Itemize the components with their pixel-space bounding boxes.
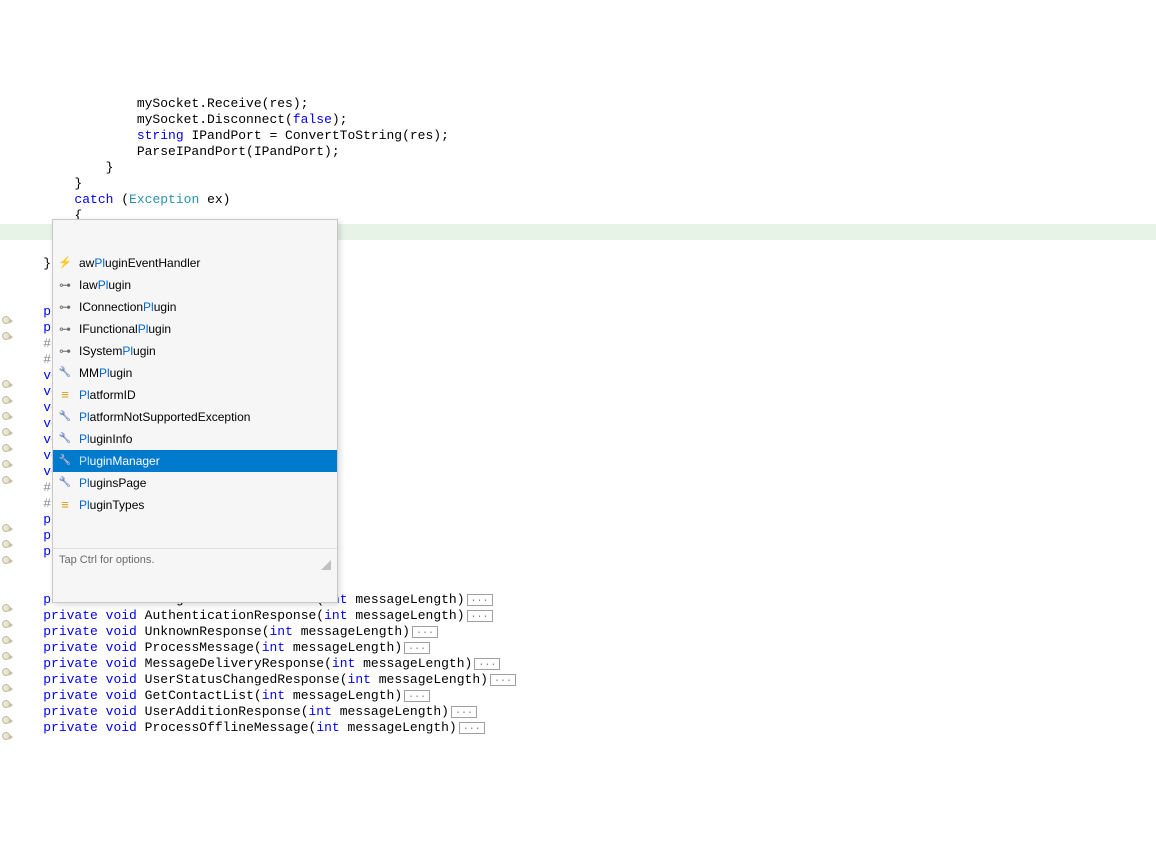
code-line[interactable]: } [0,176,1156,192]
intellisense-item-label: PluginManager [79,453,160,469]
method-glyph-icon [2,460,10,468]
method-glyph-icon [2,684,10,692]
code-line[interactable]: } [0,160,1156,176]
method-glyph-icon [2,604,10,612]
code-line[interactable]: private void ProcessMessage(int messageL… [0,640,1156,656]
method-glyph-icon [2,700,10,708]
code-line[interactable]: mySocket.Disconnect(false); [0,112,1156,128]
interface-icon [57,299,73,315]
fold-ellipsis[interactable]: ... [467,610,493,622]
intellisense-item-label: awPluginEventHandler [79,255,200,271]
code-line[interactable]: mySocket.Receive(res); [0,96,1156,112]
intellisense-item[interactable]: PluginInfo [53,428,337,450]
resize-grip-icon[interactable] [311,550,331,570]
fold-ellipsis[interactable]: ... [412,626,438,638]
code-line[interactable]: private void UserAdditionResponse(int me… [0,704,1156,720]
code-line[interactable]: ParseIPandPort(IPandPort); [0,144,1156,160]
method-glyph-icon [2,316,10,324]
method-glyph-icon [2,620,10,628]
code-line[interactable]: private void UserStatusChangedResponse(i… [0,672,1156,688]
interface-icon [57,321,73,337]
fold-ellipsis[interactable]: ... [404,642,430,654]
method-glyph-icon [2,540,10,548]
intellisense-item[interactable]: IFunctionalPlugin [53,318,337,340]
interface-icon [57,277,73,293]
method-glyph-icon [2,476,10,484]
intellisense-item-label: IConnectionPlugin [79,299,176,315]
code-line[interactable]: private void UnknownResponse(int message… [0,624,1156,640]
intellisense-item[interactable]: PluginsPage [53,472,337,494]
method-glyph-icon [2,396,10,404]
intellisense-item-label: PluginTypes [79,497,144,513]
intellisense-item-label: ISystemPlugin [79,343,156,359]
intellisense-item-label: PluginsPage [79,475,146,491]
method-glyph-icon [2,412,10,420]
method-glyph-icon [2,636,10,644]
enum-icon [57,497,73,513]
method-glyph-icon [2,428,10,436]
method-glyph-icon [2,668,10,676]
intellisense-footer: Tap Ctrl for options. [53,548,337,570]
intellisense-item[interactable]: ISystemPlugin [53,340,337,362]
class-icon [57,365,73,381]
interface-icon [57,343,73,359]
intellisense-item[interactable]: MMPlugin [53,362,337,384]
method-glyph-icon [2,556,10,564]
intellisense-item-label: PluginInfo [79,431,132,447]
intellisense-item[interactable]: PlatformNotSupportedException [53,406,337,428]
method-glyph-icon [2,716,10,724]
fold-ellipsis[interactable]: ... [467,594,493,606]
code-line[interactable]: private void MessageDeliveryResponse(int… [0,656,1156,672]
method-glyph-icon [2,524,10,532]
intellisense-item[interactable]: PlatformID [53,384,337,406]
event-icon [57,255,73,271]
intellisense-hint: Tap Ctrl for options. [59,552,154,568]
intellisense-item[interactable]: awPluginEventHandler [53,252,337,274]
intellisense-item[interactable]: PluginTypes [53,494,337,516]
intellisense-item-label: IawPlugin [79,277,131,293]
intellisense-item[interactable]: IConnectionPlugin [53,296,337,318]
class-icon [57,409,73,425]
code-line[interactable]: private void GetContactList(int messageL… [0,688,1156,704]
fold-ellipsis[interactable]: ... [451,706,477,718]
intellisense-item-label: MMPlugin [79,365,132,381]
fold-ellipsis[interactable]: ... [404,690,430,702]
code-line[interactable]: string IPandPort = ConvertToString(res); [0,128,1156,144]
method-glyph-icon [2,332,10,340]
method-glyph-icon [2,444,10,452]
method-glyph-icon [2,380,10,388]
intellisense-item-label: IFunctionalPlugin [79,321,171,337]
intellisense-item[interactable]: IawPlugin [53,274,337,296]
method-glyph-icon [2,732,10,740]
intellisense-item-label: PlatformNotSupportedException [79,409,250,425]
method-glyph-icon [2,652,10,660]
class-icon [57,431,73,447]
code-line[interactable]: private void ProcessOfflineMessage(int m… [0,720,1156,736]
code-line[interactable]: private void AuthenticationResponse(int … [0,608,1156,624]
class-icon [57,475,73,491]
intellisense-item-label: PlatformID [79,387,136,403]
fold-ellipsis[interactable]: ... [490,674,516,686]
code-editor[interactable]: mySocket.Receive(res); mySocket.Disconne… [0,64,1156,784]
class-icon [57,453,73,469]
intellisense-popup[interactable]: awPluginEventHandler IawPlugin IConnection… [52,219,338,603]
fold-ellipsis[interactable]: ... [459,722,485,734]
fold-ellipsis[interactable]: ... [474,658,500,670]
enum-icon [57,387,73,403]
code-line[interactable]: catch (Exception ex) [0,192,1156,208]
intellisense-item[interactable]: PluginManager [53,450,337,472]
